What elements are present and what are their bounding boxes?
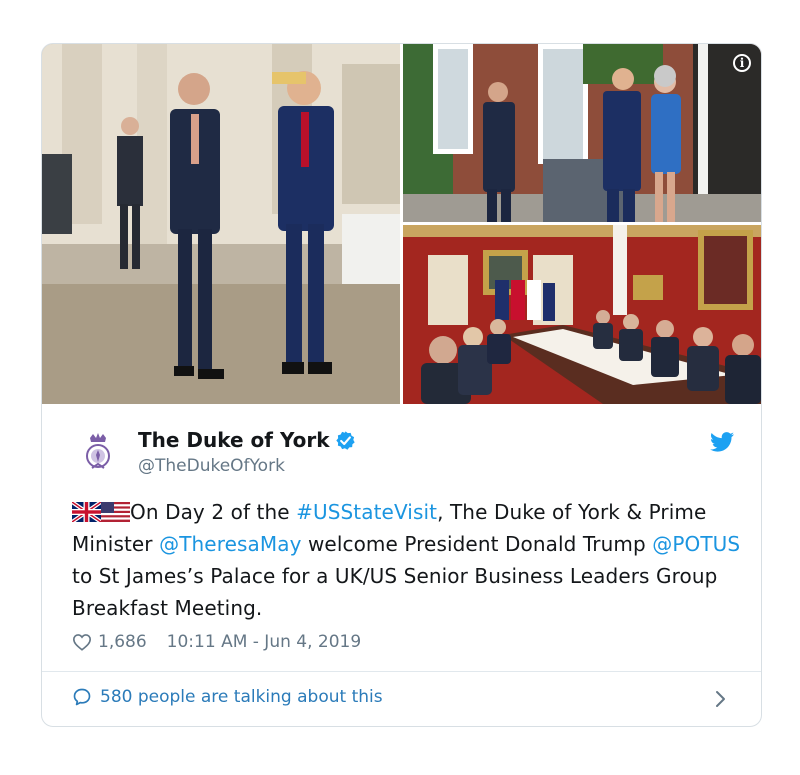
media-photo-handshake[interactable]: i [403,44,761,222]
us-flag-icon [101,502,130,522]
photo-handshake-illustration [403,44,761,222]
photo-walking-illustration [42,44,400,404]
card-divider [42,671,761,672]
tweet-text-part: On Day 2 of the [130,500,297,524]
tweet-text: On Day 2 of the #USStateVisit, The Duke … [72,496,742,624]
media-photo-walking[interactable] [42,44,400,404]
media-photo-meeting[interactable] [403,225,761,404]
author-avatar[interactable] [76,430,120,474]
tweet-text-part: welcome President Donald Trump [301,532,653,556]
uk-flag-icon [72,502,101,522]
conversation-link[interactable]: 580 people are talking about this [72,687,383,707]
heart-icon[interactable] [72,633,92,651]
author-handle[interactable]: @TheDukeOfYork [138,456,285,476]
hashtag-link[interactable]: #USStateVisit [296,500,437,524]
like-count[interactable]: 1,686 [98,632,147,652]
embedded-tweet-card[interactable]: i The Duke of York @TheDukeOfYork On Day… [41,43,762,727]
photo-meeting-illustration [403,225,761,404]
tweet-text-part: to St James’s Palace for a UK/US Senior … [72,564,718,620]
author-name-line: The Duke of York [138,428,356,452]
mention-link-theresamay[interactable]: @TheresaMay [159,532,301,556]
twitter-bird-icon[interactable] [710,432,734,452]
mention-link-potus[interactable]: @POTUS [652,532,740,556]
speech-bubble-icon [73,688,91,706]
author-name[interactable]: The Duke of York [138,428,330,452]
tweet-timestamp[interactable]: 10:11 AM - Jun 4, 2019 [167,632,362,652]
tweet-media-grid[interactable]: i [42,44,761,404]
info-icon[interactable]: i [733,54,751,72]
conversation-count-label: 580 people are talking about this [100,687,383,707]
tweet-meta: 1,686 10:11 AM - Jun 4, 2019 [72,632,361,652]
verified-badge-icon [335,430,355,450]
tweet-author-header: The Duke of York @TheDukeOfYork [76,428,736,478]
chevron-right-icon[interactable] [715,690,727,708]
